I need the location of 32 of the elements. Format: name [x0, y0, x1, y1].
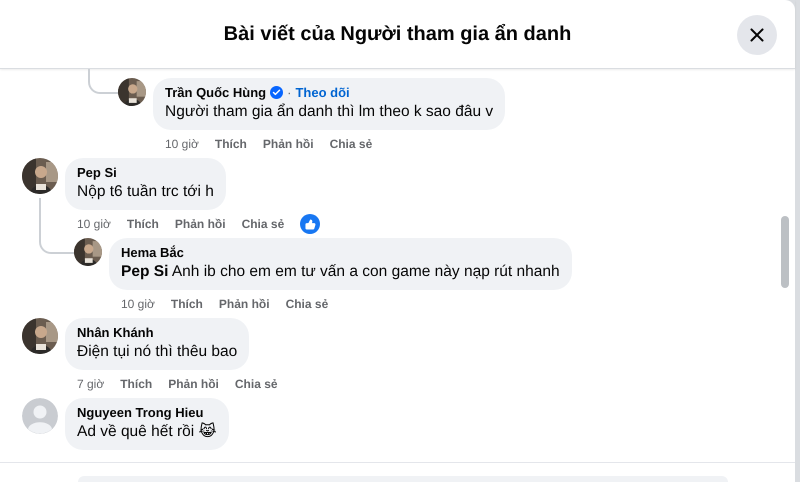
- comment-action[interactable]: Thích: [170, 297, 203, 311]
- comment-action[interactable]: Phản hồi: [174, 217, 226, 231]
- comment-text: Nộp t6 tuần trc tới h: [77, 182, 214, 202]
- comment-action[interactable]: Chia sẻ: [286, 297, 328, 311]
- dialog-title: Bài viết của Người tham gia ẩn danh: [224, 22, 572, 46]
- comment-action[interactable]: Chia sẻ: [330, 137, 372, 151]
- like-icon[interactable]: [300, 214, 320, 234]
- comment-time: 10 giờ: [121, 297, 155, 311]
- separator: ·: [287, 85, 292, 100]
- scrollbar-thumb[interactable]: [781, 216, 789, 288]
- author-name[interactable]: Nhân Khánh: [77, 325, 154, 340]
- comment-text: Ad về quê hết rồi 😹: [77, 422, 217, 442]
- author-name[interactable]: Pep Si: [77, 165, 117, 180]
- comment-text: Pep Si Anh ib cho em em tư vấn a con game này nạp rút nhanh: [121, 262, 560, 282]
- comment-text: Người tham gia ẩn danh thì lm theo k sao đâu v: [165, 102, 494, 122]
- comment-action[interactable]: Chia sẻ: [242, 217, 284, 231]
- author-name[interactable]: Hema Bắc: [121, 245, 184, 260]
- follow-link[interactable]: Theo dõi: [295, 85, 350, 100]
- comment-time: 10 giờ: [77, 217, 111, 231]
- comment-action[interactable]: Thích: [126, 217, 159, 231]
- comment-action[interactable]: Phản hồi: [262, 137, 314, 151]
- comment-action[interactable]: Chia sẻ: [234, 377, 278, 391]
- comment-time: 7 giờ: [77, 377, 104, 391]
- close-button[interactable]: [737, 15, 777, 55]
- comment-time: 10 giờ: [165, 137, 199, 151]
- comment-action[interactable]: Thích: [120, 377, 152, 391]
- comment-action[interactable]: Thích: [214, 137, 247, 151]
- comment-action[interactable]: Phản hồi: [218, 297, 270, 311]
- comment-action[interactable]: Phản hồi: [168, 377, 219, 391]
- author-name[interactable]: Nguyeen Trong Hieu: [77, 405, 204, 420]
- author-name[interactable]: Trần Quốc Hùng: [165, 85, 266, 100]
- comment-text: Điện tụi nó thì thêu bao: [77, 342, 238, 362]
